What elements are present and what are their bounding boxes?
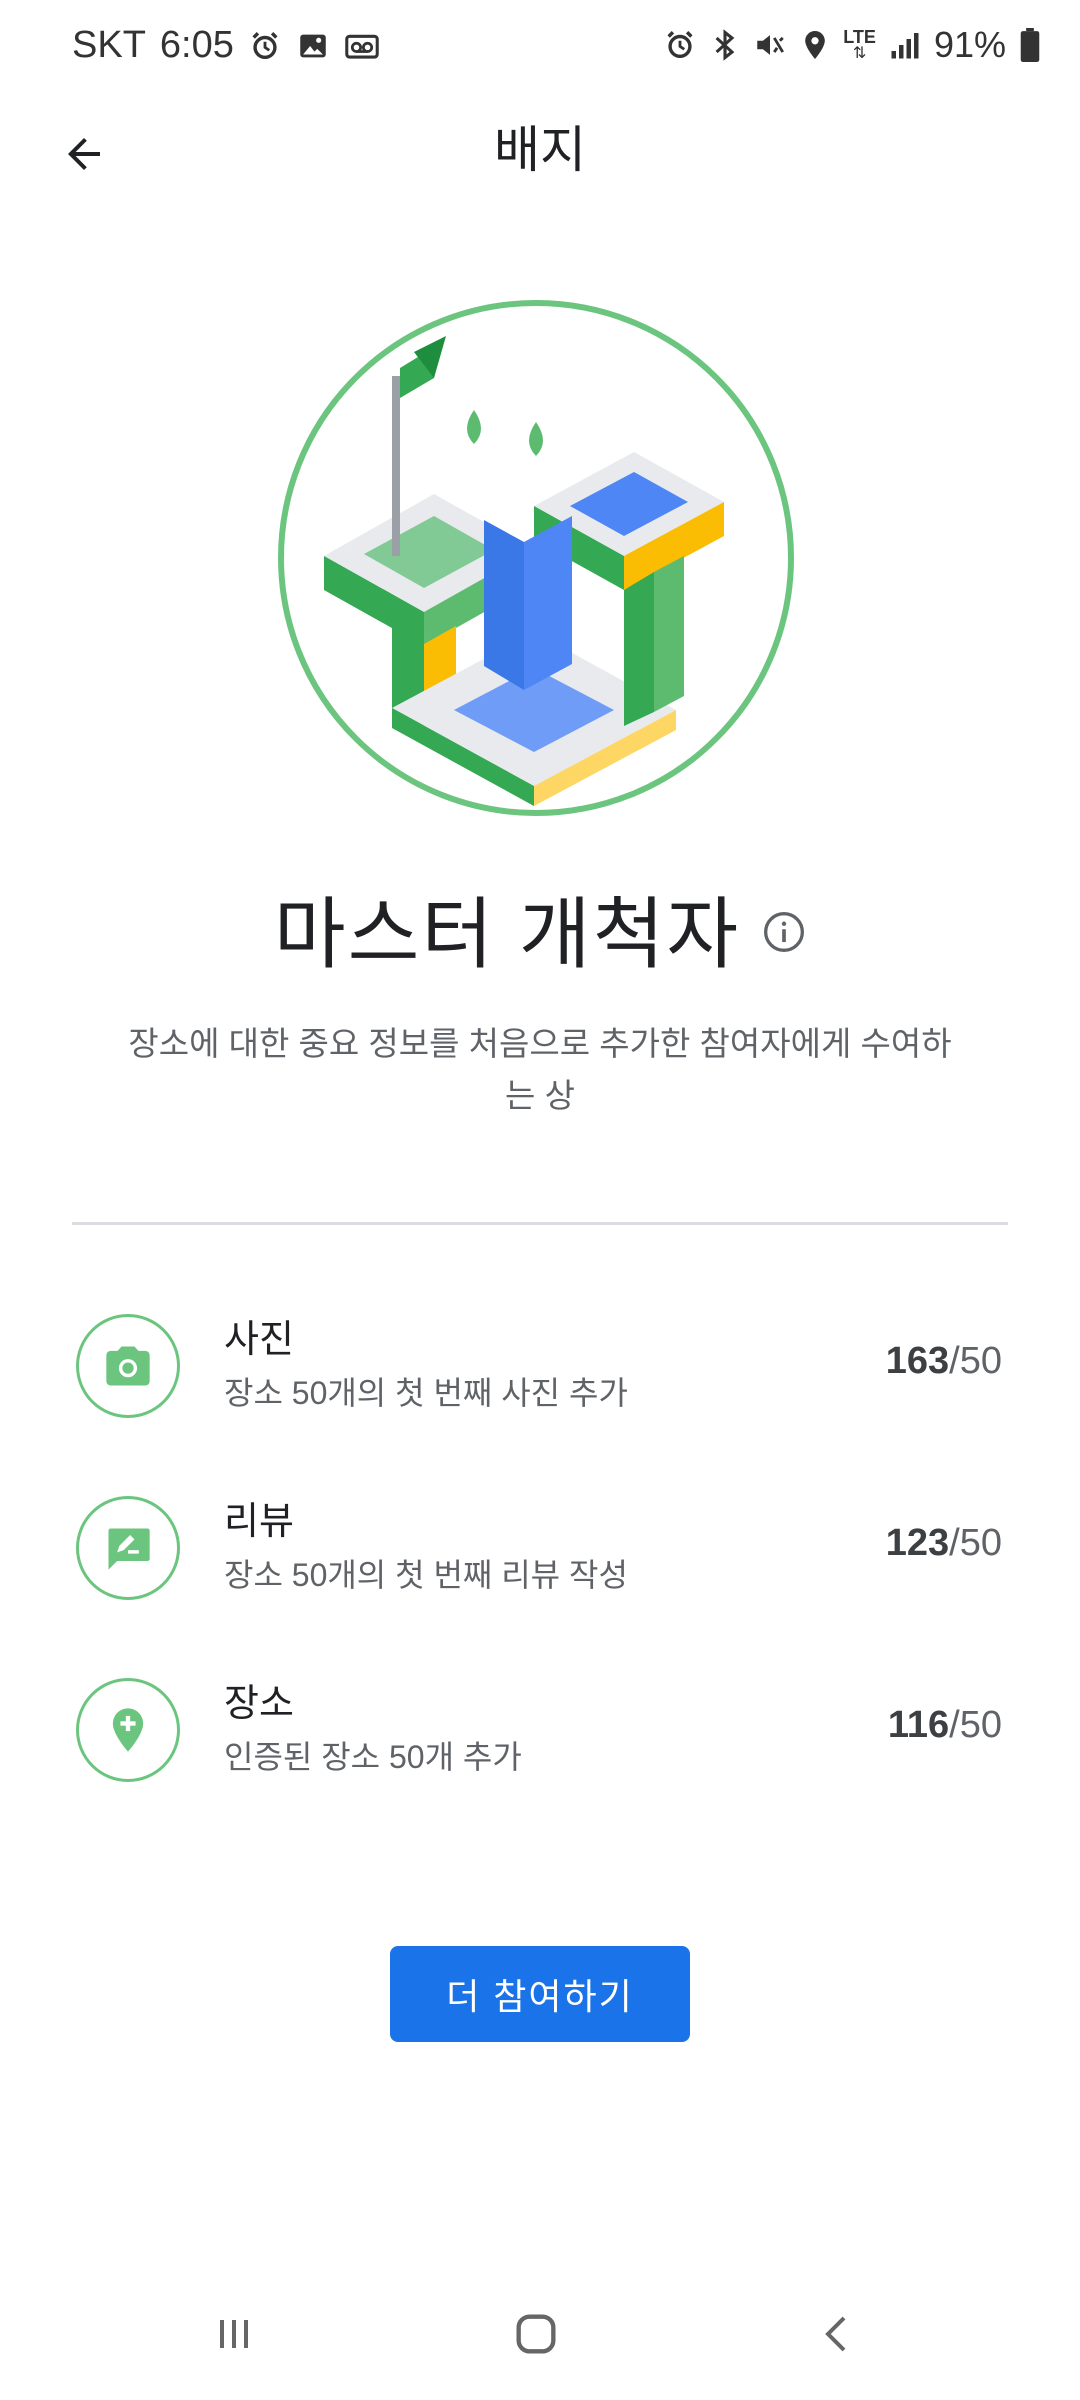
divider	[72, 1222, 1008, 1225]
progress-current: 123	[885, 1522, 950, 1564]
battery-percent: 91%	[933, 24, 1006, 65]
info-icon[interactable]	[762, 910, 806, 954]
criteria-icon-wrap	[76, 1678, 180, 1782]
criteria-progress: 123/50	[886, 1522, 1002, 1565]
review-icon	[108, 1528, 150, 1570]
progress-target: /50	[949, 1340, 1002, 1382]
status-bar: SKT 6:05 LTE ⇅ 91%	[0, 0, 1080, 96]
criteria-item-reviews: 리뷰 장소 50개의 첫 번째 리뷰 작성 123/50	[72, 1482, 1008, 1664]
criteria-description: 장소 50개의 첫 번째 리뷰 작성	[224, 1557, 628, 1593]
progress-target: /50	[949, 1704, 1002, 1746]
home-button[interactable]	[496, 2298, 576, 2370]
criteria-title: 장소	[224, 1683, 294, 1725]
status-bar-right: LTE ⇅ 91%	[663, 24, 1040, 66]
alarm-icon	[248, 29, 282, 63]
network-type: LTE	[843, 27, 876, 47]
criteria-title: 리뷰	[224, 1501, 294, 1543]
home-icon	[516, 2314, 556, 2354]
location-icon	[801, 28, 829, 62]
recents-button[interactable]	[194, 2298, 274, 2370]
top-app-bar: 배지	[0, 96, 1080, 204]
criteria-progress: 163/50	[886, 1340, 1002, 1383]
badge-illustration	[278, 300, 794, 816]
alarm-icon	[663, 28, 697, 62]
badge-description: 장소에 대한 중요 정보를 처음으로 추가한 참여자에게 수여하는 상	[128, 1025, 952, 1114]
page-title: 배지	[494, 122, 586, 178]
criteria-description: 장소 50개의 첫 번째 사진 추가	[224, 1375, 628, 1411]
system-navigation-bar	[0, 2268, 1080, 2400]
bluetooth-icon	[711, 28, 739, 62]
add-place-icon	[112, 1708, 144, 1752]
criteria-list: 사진 장소 50개의 첫 번째 사진 추가 163/50 리뷰 장소 50개의 …	[72, 1300, 1008, 1846]
clock: 6:05	[159, 24, 234, 66]
criteria-item-places: 장소 인증된 장소 50개 추가 116/50	[72, 1664, 1008, 1846]
criteria-icon-wrap	[76, 1496, 180, 1600]
criteria-item-photos: 사진 장소 50개의 첫 번째 사진 추가 163/50	[72, 1300, 1008, 1482]
lte-icon: LTE ⇅	[843, 27, 876, 62]
camera-icon	[106, 1346, 150, 1386]
progress-target: /50	[949, 1522, 1002, 1564]
contribute-more-button[interactable]: 더 참여하기	[390, 1946, 690, 2042]
progress-current: 116	[887, 1704, 950, 1746]
carrier-label: SKT	[72, 24, 146, 66]
status-bar-left: SKT 6:05	[72, 24, 380, 67]
battery-icon	[1020, 28, 1040, 62]
criteria-description: 인증된 장소 50개 추가	[224, 1739, 522, 1775]
criteria-title: 사진	[224, 1319, 294, 1361]
recents-icon	[220, 2320, 248, 2348]
image-icon	[296, 29, 330, 63]
back-nav-button[interactable]	[798, 2298, 878, 2370]
badge-artwork	[324, 336, 724, 806]
back-icon	[825, 2316, 846, 2352]
voicemail-icon	[344, 29, 380, 63]
mute-icon	[753, 28, 787, 62]
badge-name: 마스터 개척자	[273, 890, 741, 978]
criteria-icon-wrap	[76, 1314, 180, 1418]
criteria-progress: 116/50	[888, 1704, 1002, 1747]
badge-title-row: 마스터 개척자	[0, 872, 1080, 984]
progress-current: 163	[885, 1340, 950, 1382]
signal-icon	[890, 30, 920, 60]
